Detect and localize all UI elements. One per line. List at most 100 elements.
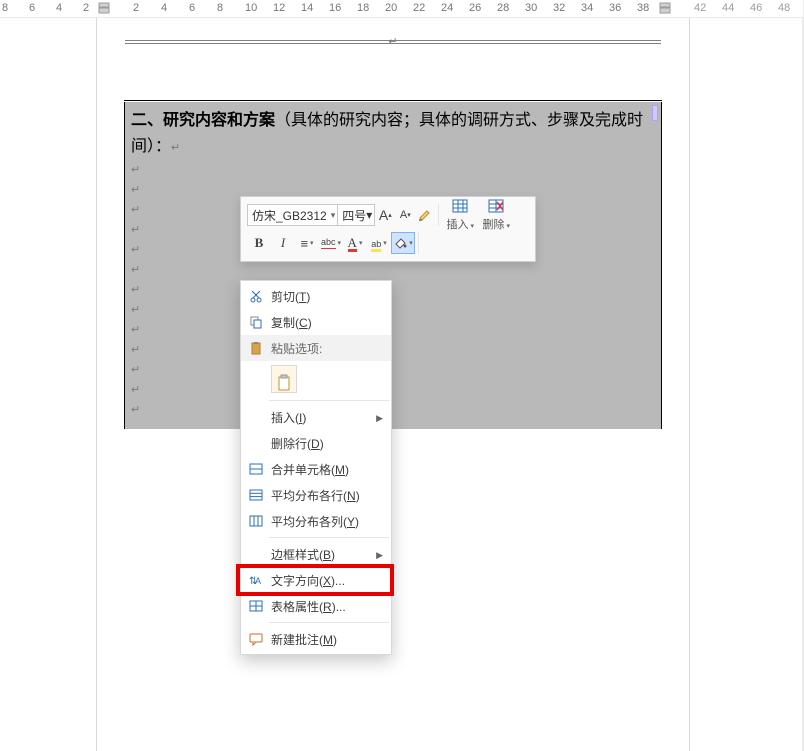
ruler-tick: 34	[581, 2, 593, 14]
menu-copy[interactable]: 复制(C)	[241, 309, 391, 335]
paragraph-mark-icon: ↵	[131, 323, 140, 336]
ruler-tick: 46	[750, 2, 762, 14]
chevron-down-icon: ▾	[366, 208, 372, 222]
font-size-value: 四号	[342, 207, 366, 224]
table-delete-group[interactable]: 删除▾	[478, 199, 514, 232]
menu-merge-cells[interactable]: 合并单元格(M)	[241, 456, 391, 482]
paint-bucket-icon	[393, 236, 407, 250]
ruler-tick: 2	[133, 2, 139, 14]
svg-text:A: A	[255, 576, 261, 586]
table-insert-icon	[452, 199, 468, 215]
format-painter-button[interactable]	[415, 204, 435, 226]
paragraph-mark-icon: ↵	[131, 303, 140, 316]
chevron-down-icon: ▾	[471, 223, 475, 230]
paragraph-mark-icon: ↵	[131, 283, 140, 296]
ruler-tick: 44	[722, 2, 734, 14]
ruler-tick: 30	[525, 2, 537, 14]
paragraph-mark-icon: ↵	[131, 203, 140, 216]
ruler-tick: 4	[161, 2, 167, 14]
ruler-tick: 20	[385, 2, 397, 14]
ruler-tick: 10	[245, 2, 257, 14]
paste-keep-source-button[interactable]	[271, 365, 297, 393]
text-cursor	[652, 105, 658, 121]
insert-label: 插入	[447, 219, 469, 231]
ruler-tick: 2	[83, 2, 89, 14]
menu-border-style[interactable]: 边框样式(B) ▶	[241, 541, 391, 567]
chevron-down-icon: ▾	[507, 223, 511, 230]
delete-label: 删除	[483, 219, 505, 231]
distribute-cols-icon	[247, 514, 265, 528]
highlight-button[interactable]: ab▾	[367, 232, 391, 254]
bold-button[interactable]: B	[247, 232, 271, 254]
menu-separator	[269, 537, 389, 538]
menu-text-direction[interactable]: ⇅A 文字方向(X)...	[241, 567, 391, 593]
ruler-tick: 12	[273, 2, 285, 14]
phonetic-guide-button[interactable]: abc▾	[319, 232, 343, 254]
menu-distribute-rows[interactable]: 平均分布各行(N)	[241, 482, 391, 508]
section-heading-bold: 二、研究内容和方案	[131, 112, 275, 129]
paragraph-mark-icon: ↵	[131, 383, 140, 396]
menu-separator	[269, 400, 389, 401]
ruler-tick: 48	[778, 2, 790, 14]
font-size-combo[interactable]: 四号 ▾	[338, 204, 375, 226]
menu-new-comment[interactable]: 新建批注(M)	[241, 626, 391, 652]
merge-cells-icon	[247, 462, 265, 476]
chevron-right-icon: ▶	[376, 550, 383, 561]
font-name-value: 仿宋_GB2312	[252, 207, 327, 224]
text-direction-icon: ⇅A	[247, 573, 265, 587]
table-insert-group[interactable]: 插入▾	[442, 199, 478, 232]
paragraph-mark-icon: ↵	[131, 243, 140, 256]
menu-delete-row[interactable]: 删除行(D)	[241, 430, 391, 456]
font-name-combo[interactable]: 仿宋_GB2312 ▾	[247, 204, 338, 226]
ruler-tick: 36	[609, 2, 621, 14]
copy-icon	[247, 315, 265, 329]
chevron-down-icon: ▾	[331, 210, 336, 221]
paragraph-mark-icon: ↵	[131, 163, 140, 176]
distribute-rows-icon	[247, 488, 265, 502]
align-button[interactable]: ≡▾	[295, 232, 319, 254]
paragraph-mark-icon: ↵	[131, 183, 140, 196]
scissors-icon	[247, 289, 265, 303]
clipboard-icon	[247, 341, 265, 355]
ruler-tick: 6	[189, 2, 195, 14]
font-color-button[interactable]: A▾	[343, 232, 367, 254]
italic-button[interactable]: I	[271, 232, 295, 254]
ruler-tick: 4	[56, 2, 62, 14]
paragraph-mark-icon: ↵	[131, 363, 140, 376]
menu-paste-options-row	[241, 361, 391, 397]
comment-icon	[247, 632, 265, 646]
paragraph-mark-icon: ↵	[131, 403, 140, 416]
chevron-right-icon: ▶	[376, 413, 383, 424]
page-blank-area[interactable]	[124, 429, 662, 751]
ruler-tick: 14	[301, 2, 313, 14]
ruler-tick: 8	[2, 2, 8, 14]
ruler-tick: 24	[441, 2, 453, 14]
horizontal-ruler[interactable]: 8 6 4 2 2 4 6 8 10 12 14 16 18 20 22 24 …	[0, 0, 803, 18]
table-top-border	[124, 100, 662, 101]
shading-button[interactable]: ▾	[391, 232, 415, 254]
shrink-font-button[interactable]: A▾	[395, 204, 415, 226]
paragraph-mark-icon: ↵	[388, 35, 397, 48]
menu-separator	[269, 622, 389, 623]
ruler-tick: 8	[217, 2, 223, 14]
menu-insert[interactable]: 插入(I) ▶	[241, 404, 391, 430]
clipboard-icon	[277, 374, 291, 392]
ruler-tick: 6	[29, 2, 35, 14]
menu-paste-options-header: 粘贴选项:	[241, 335, 391, 361]
menu-cut[interactable]: 剪切(T)	[241, 283, 391, 309]
ruler-tick: 16	[329, 2, 341, 14]
ruler-indent-grip[interactable]	[97, 0, 113, 16]
paragraph-mark-icon: ↵	[131, 263, 140, 276]
context-menu: 剪切(T) 复制(C) 粘贴选项: 插入(I) ▶ 删除行(D) 合并单元格(M…	[240, 280, 392, 655]
menu-table-properties[interactable]: 表格属性(R)...	[241, 593, 391, 619]
menu-distribute-cols[interactable]: 平均分布各列(Y)	[241, 508, 391, 534]
document-page[interactable]: ↵ 二、研究内容和方案（具体的研究内容；具体的调研方式、步骤及完成时间）：↵ ↵…	[97, 18, 689, 751]
paragraph-mark-icon: ↵	[131, 343, 140, 356]
paragraph-mark-icon: ↵	[171, 142, 180, 154]
paragraph-mark-icon: ↵	[131, 223, 140, 236]
table-delete-icon	[488, 199, 504, 215]
table-properties-icon	[247, 599, 265, 613]
grow-font-button[interactable]: A▴	[375, 204, 395, 226]
ruler-right-grip[interactable]	[658, 0, 674, 16]
ruler-tick: 32	[553, 2, 565, 14]
